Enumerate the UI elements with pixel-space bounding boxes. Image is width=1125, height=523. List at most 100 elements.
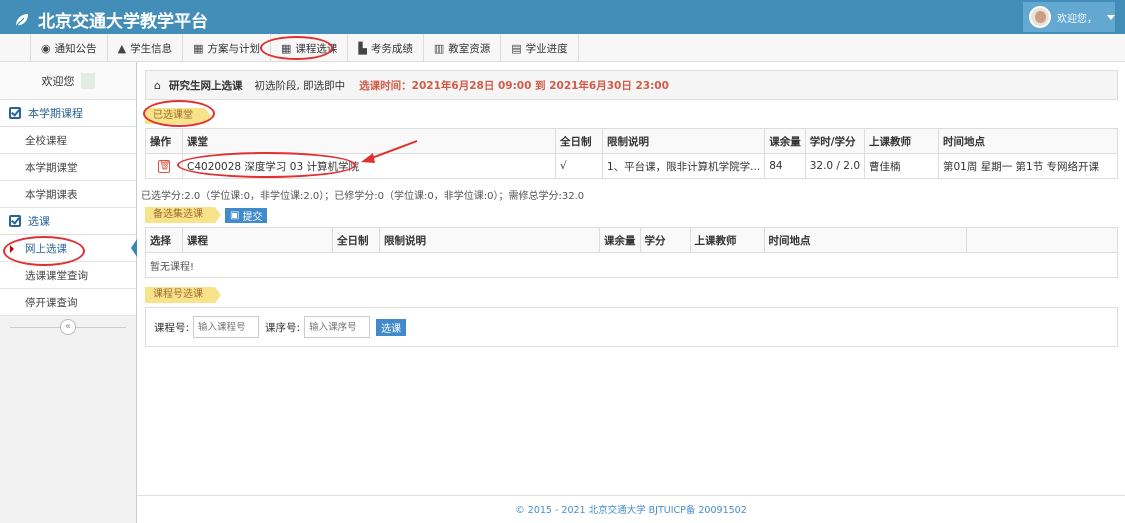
breadcrumb: ⌂ 研究生网上选课 初选阶段, 即选即中 选课时间：2021年6月28日 09:… — [145, 70, 1118, 100]
col-select: 选择 — [145, 227, 183, 253]
remaining-cell: 84 — [764, 153, 806, 179]
list-icon: ▤ — [511, 41, 522, 55]
top-header: 北京交通大学教学平台 欢迎您， — [0, 0, 1125, 34]
time-place-cell: 第01周 星期一 第1节 专网络开课 — [938, 153, 1118, 179]
app-title: 北京交通大学教学平台 — [38, 12, 208, 32]
nav-student-info[interactable]: ▲ 学生信息 — [108, 34, 184, 62]
course-number-label: 课程号: — [154, 321, 190, 334]
user-name-redacted — [80, 72, 95, 89]
col-time-place: 时间地点 — [938, 128, 1118, 154]
nav-label: 学业进度 — [525, 42, 568, 55]
col-restriction: 限制说明 — [379, 227, 600, 253]
selected-classes-tag: 已选课堂 — [145, 108, 211, 124]
backup-header: 备选集选课 ▣ 提交 — [145, 207, 1118, 223]
col-remaining: 课余量 — [599, 227, 641, 253]
col-time-place: 时间地点 — [763, 227, 967, 253]
col-extra — [965, 227, 1118, 253]
graduation-cap-icon: ▲ — [117, 41, 127, 55]
nav-label: 教室资源 — [448, 42, 491, 55]
sidebar-item-label: 本学期课表 — [25, 188, 78, 201]
col-teacher: 上课教师 — [864, 128, 939, 154]
nav-label: 考务成绩 — [370, 42, 413, 55]
col-fulltime: 全日制 — [332, 227, 380, 253]
col-remaining: 课余量 — [764, 128, 806, 154]
restriction-cell: 1、平台课，限非计算机学院学... — [601, 153, 766, 179]
nav-plans[interactable]: ▦ 方案与计划 — [183, 34, 271, 62]
sidebar-collapse: « — [0, 316, 136, 338]
col-action: 操作 — [145, 128, 183, 154]
brand[interactable]: 北京交通大学教学平台 — [14, 7, 208, 32]
sidebar-item-label: 本学期课堂 — [25, 161, 78, 174]
calendar-icon: ▦ — [193, 41, 204, 55]
leaf-icon — [15, 13, 28, 26]
col-teacher: 上课教师 — [689, 227, 765, 253]
nav-label: 学生信息 — [130, 42, 173, 55]
globe-icon: ◉ — [41, 41, 51, 55]
trash-icon[interactable]: 🗑 — [158, 160, 170, 173]
sidebar-item-selection-query[interactable]: 选课课堂查询 — [0, 262, 136, 289]
hours-credits-cell: 32.0 / 2.0 — [804, 153, 866, 179]
submit-button[interactable]: ▣ 提交 — [225, 207, 268, 223]
backup-selection-tag: 备选集选课 — [145, 207, 221, 223]
calendar-icon: ▦ — [280, 41, 292, 55]
sidebar-item-timetable[interactable]: 本学期课表 — [0, 181, 136, 208]
nav-course-selection[interactable]: ▦ 课程选课 — [271, 34, 349, 62]
nav-exams[interactable]: ▙ 考务成绩 — [348, 34, 424, 62]
checkbox-icon — [9, 215, 21, 227]
sidebar-section-selection[interactable]: 选课 — [0, 208, 136, 235]
checkbox-icon — [9, 107, 21, 119]
footer: © 2015 - 2021 北京交通大学 BJTUICP备 20091502 — [137, 495, 1125, 523]
sidebar-item-label: 网上选课 — [25, 242, 67, 255]
sidebar-item-label: 停开课查询 — [25, 296, 78, 309]
nav-classrooms[interactable]: ▥ 教室资源 — [424, 34, 502, 62]
col-fulltime: 全日制 — [555, 128, 603, 154]
nav-label: 方案与计划 — [207, 42, 260, 55]
course-code-tag: 课程号选课 — [145, 287, 221, 303]
bank-icon: ▥ — [433, 41, 445, 55]
sidebar-welcome: 欢迎您 — [0, 62, 136, 100]
nav-progress[interactable]: ▤ 学业进度 — [501, 34, 579, 62]
sequence-number-input[interactable] — [304, 316, 371, 338]
section-label: 选课 — [28, 215, 50, 228]
user-menu[interactable]: 欢迎您， — [1023, 2, 1115, 32]
sidebar-item-all-courses[interactable]: 全校课程 — [0, 127, 136, 154]
sequence-number-label: 课序号: — [265, 321, 301, 334]
sidebar-section-semester[interactable]: 本学期课程 — [0, 100, 136, 127]
chart-icon: ▙ — [358, 41, 367, 55]
backup-table: 选择 课程 全日制 限制说明 课余量 学分 上课教师 时间地点 暂无课程! — [145, 227, 1118, 278]
chevron-down-icon — [1107, 14, 1115, 20]
section-label: 本学期课程 — [28, 107, 83, 120]
nav-label: 课程选课 — [295, 42, 338, 55]
col-restriction: 限制说明 — [601, 128, 766, 154]
select-course-button[interactable]: 选课 — [376, 318, 407, 336]
credit-summary: 已选学分:2.0（学位课:0，非学位课:2.0）；已修学分:0（学位课:0，非学… — [141, 191, 585, 202]
empty-message: 暂无课程! — [145, 252, 1118, 278]
collapse-icon[interactable]: « — [60, 319, 76, 335]
page-title: 研究生网上选课 — [168, 79, 243, 92]
home-icon[interactable]: ⌂ — [154, 79, 161, 92]
course-code-form: 课程号: 课序号: 选课 — [145, 307, 1118, 347]
sidebar-item-cancelled-query[interactable]: 停开课查询 — [0, 289, 136, 316]
user-greeting: 欢迎您， — [1057, 13, 1097, 25]
sidebar-item-label: 选课课堂查询 — [25, 269, 88, 282]
teacher-cell: 曹佳楠 — [864, 153, 939, 179]
welcome-text: 欢迎您 — [41, 74, 75, 88]
fulltime-cell: √ — [555, 153, 603, 179]
main-nav: ◉ 通知公告 ▲ 学生信息 ▦ 方案与计划 ▦ 课程选课 ▙ 考务成绩 ▥ 教室资源 ▤ 学业… — [0, 34, 1125, 62]
annotation-arrow — [361, 140, 418, 163]
save-icon: ▣ — [230, 209, 240, 221]
submit-label: 提交 — [242, 211, 263, 223]
row-action-cell: 🗑 — [145, 153, 183, 179]
table-header-row: 操作 课堂 全日制 限制说明 课余量 学时/学分 上课教师 时间地点 — [145, 128, 1118, 154]
table-header-row: 选择 课程 全日制 限制说明 课余量 学分 上课教师 时间地点 — [145, 227, 1118, 253]
nav-notices[interactable]: ◉ 通知公告 — [30, 34, 108, 62]
sidebar-item-online-selection[interactable]: 网上选课 — [0, 235, 137, 262]
course-number-input[interactable] — [193, 316, 260, 338]
nav-label: 通知公告 — [54, 42, 97, 55]
sidebar-item-semester-classes[interactable]: 本学期课堂 — [0, 154, 136, 181]
table-row: 🗑 C4020028 深度学习 03 计算机学院 √ 1、平台课，限非计算机学院… — [145, 153, 1118, 179]
avatar — [1029, 6, 1051, 28]
selection-time: 选课时间：2021年6月28日 09:00 到 2021年6月30日 23:00 — [359, 79, 669, 92]
table-row: 暂无课程! — [145, 252, 1118, 278]
col-credits: 学分 — [639, 227, 691, 253]
